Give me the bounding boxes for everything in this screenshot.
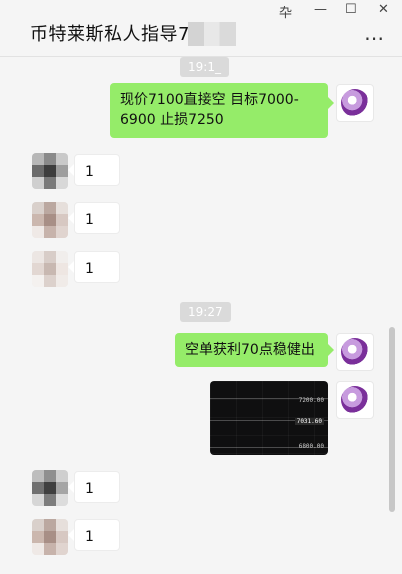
message-bubble-other[interactable]: 1 (74, 202, 120, 234)
bubble-tail (328, 97, 334, 109)
user-avatar[interactable] (32, 470, 68, 506)
price-label-highlight: 7031.60 (294, 418, 324, 425)
bubble-tail (68, 481, 74, 493)
message-bubble-me[interactable]: 空单获利70点稳健出 (175, 333, 328, 367)
pin-icon[interactable]: 卆 (279, 2, 292, 21)
title-pixelated-mask (188, 22, 236, 46)
avatar-image (341, 338, 369, 366)
message-bubble-other[interactable]: 1 (74, 471, 120, 503)
bubble-tail (68, 164, 74, 176)
message-text: 1 (85, 529, 94, 545)
message-bubble-me[interactable]: 现价7100直接空 目标7000-6900 止损7250 (110, 83, 328, 138)
avatar-image (341, 386, 369, 414)
my-avatar[interactable] (336, 333, 374, 371)
maximize-icon[interactable]: ☐ (345, 2, 357, 17)
message-text: 空单获利70点稳健出 (185, 342, 315, 358)
message-bubble-other[interactable]: 1 (74, 519, 120, 551)
minimize-icon[interactable]: — (314, 2, 327, 17)
chat-history[interactable]: 19:1_ 现价7100直接空 目标7000-6900 止损7250 1 1 1… (0, 57, 402, 574)
message-text: 现价7100直接空 目标7000-6900 止损7250 (120, 92, 299, 128)
user-avatar[interactable] (32, 153, 68, 189)
close-icon[interactable]: ✕ (378, 2, 389, 17)
bubble-tail (68, 529, 74, 541)
more-options-icon[interactable]: ⋯ (364, 26, 386, 50)
timestamp: 19:1_ (180, 57, 229, 77)
message-text: 1 (85, 164, 94, 180)
message-text: 1 (85, 261, 94, 277)
price-label: 7200.00 (298, 397, 324, 404)
timestamp: 19:27 (180, 302, 231, 322)
avatar-image (341, 89, 369, 117)
message-text: 1 (85, 481, 94, 497)
bubble-tail (328, 344, 334, 356)
chat-header: 币特莱斯私人指导7 卆 — ☐ ✕ ⋯ (0, 0, 402, 57)
vertical-scrollbar[interactable] (389, 327, 395, 512)
price-label: 6800.00 (298, 443, 324, 450)
image-message[interactable]: 7200.00 7031.60 6800.00 (210, 381, 328, 455)
user-avatar[interactable] (32, 519, 68, 555)
my-avatar[interactable] (336, 84, 374, 122)
message-bubble-other[interactable]: 1 (74, 251, 120, 283)
bubble-tail (68, 261, 74, 273)
my-avatar[interactable] (336, 381, 374, 419)
chat-title: 币特莱斯私人指导7 (30, 24, 190, 45)
user-avatar[interactable] (32, 251, 68, 287)
message-text: 1 (85, 212, 94, 228)
user-avatar[interactable] (32, 202, 68, 238)
bubble-tail (68, 212, 74, 224)
message-bubble-other[interactable]: 1 (74, 154, 120, 186)
